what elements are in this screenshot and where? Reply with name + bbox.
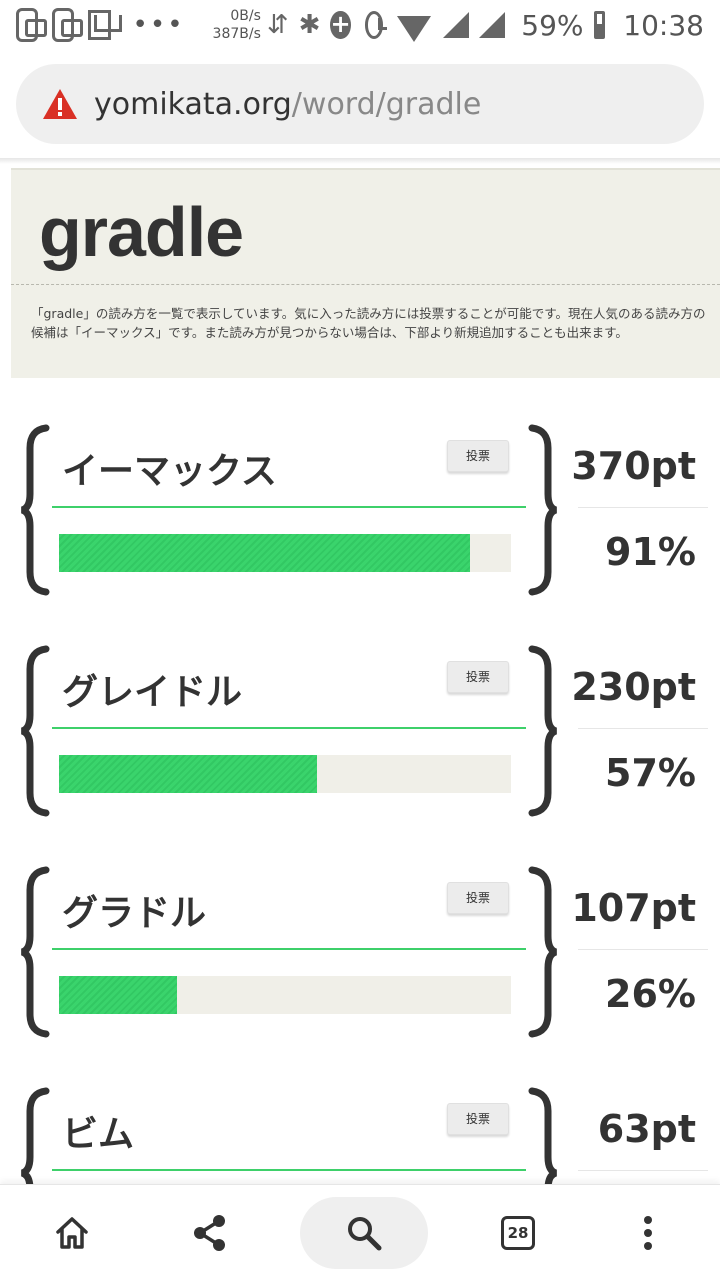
bluetooth-icon: ✱ bbox=[298, 10, 321, 40]
clock: 10:38 bbox=[623, 8, 704, 42]
browser-toolbar: yomikata.org/word/gradle bbox=[0, 50, 720, 160]
percent-value: 91% bbox=[605, 530, 696, 574]
percent-value: 26% bbox=[605, 972, 696, 1016]
vote-bar-fill bbox=[59, 534, 471, 572]
vote-bar-fill bbox=[59, 755, 317, 793]
tab-count: 28 bbox=[501, 1216, 535, 1250]
vote-button[interactable]: 投票 bbox=[447, 440, 509, 472]
reading-underline bbox=[52, 727, 526, 729]
app-notification-icon-2 bbox=[52, 8, 84, 42]
points-value: 63pt bbox=[597, 1107, 696, 1151]
left-brace-icon bbox=[20, 645, 50, 817]
home-button[interactable] bbox=[36, 1197, 108, 1269]
more-vert-icon bbox=[644, 1216, 652, 1250]
vote-bar-track bbox=[59, 755, 511, 793]
right-brace-icon bbox=[528, 1087, 558, 1184]
reading-name: グレイドル bbox=[62, 672, 243, 713]
signal-icon-2 bbox=[479, 12, 506, 38]
header-divider bbox=[11, 284, 720, 285]
wifi-icon bbox=[397, 16, 432, 42]
network-speed: 0B/s 387B/s bbox=[213, 7, 261, 43]
points-value: 107pt bbox=[571, 886, 696, 930]
points-value: 230pt bbox=[571, 665, 696, 709]
menu-button[interactable] bbox=[612, 1197, 684, 1269]
net-up-speed: 0B/s bbox=[230, 8, 261, 24]
reading-underline bbox=[52, 506, 526, 508]
url-text[interactable]: yomikata.org/word/gradle bbox=[94, 87, 481, 122]
battery-icon bbox=[593, 11, 606, 39]
more-notifications-icon: ••• bbox=[132, 10, 185, 40]
score-divider bbox=[578, 728, 708, 729]
left-brace-icon bbox=[20, 866, 50, 1038]
share-icon bbox=[194, 1215, 225, 1251]
vote-button[interactable]: 投票 bbox=[447, 882, 509, 914]
share-button[interactable] bbox=[174, 1197, 246, 1269]
right-brace-icon bbox=[528, 645, 558, 817]
address-bar[interactable]: yomikata.org/word/gradle bbox=[16, 64, 704, 144]
home-icon bbox=[56, 1217, 88, 1249]
battery-percent: 59% bbox=[521, 8, 584, 42]
url-domain: yomikata.org bbox=[94, 86, 292, 122]
reading-name: グラドル bbox=[62, 893, 207, 934]
search-icon bbox=[348, 1217, 382, 1251]
app-notification-icon bbox=[16, 8, 48, 42]
left-brace-icon bbox=[20, 1087, 50, 1184]
reading-name: イーマックス bbox=[62, 451, 277, 492]
warning-icon[interactable] bbox=[42, 88, 78, 120]
net-down-speed: 387B/s bbox=[212, 26, 261, 42]
tabs-button[interactable]: 28 bbox=[482, 1197, 554, 1269]
vote-bar-track bbox=[59, 976, 511, 1014]
gmail-icon bbox=[88, 10, 111, 40]
reading-entry: グレイドル 投票 230pt 57% bbox=[0, 645, 720, 825]
word-header: gradle 「gradle」の読み方を一覧で表示しています。気に入った読み方に… bbox=[11, 168, 720, 378]
left-brace-icon bbox=[20, 424, 50, 596]
search-button[interactable] bbox=[300, 1197, 428, 1269]
toolbar-shadow bbox=[0, 158, 720, 164]
url-path: /word/gradle bbox=[291, 86, 482, 122]
status-bar: ••• 0B/s 387B/s ⇵ ✱ + 59% 10:38 bbox=[0, 0, 720, 50]
score-divider bbox=[578, 507, 708, 508]
signal-icon bbox=[443, 12, 470, 38]
vote-button[interactable]: 投票 bbox=[447, 661, 509, 693]
alarm-icon bbox=[364, 11, 387, 39]
page-description: 「gradle」の読み方を一覧で表示しています。気に入った読み方には投票すること… bbox=[31, 306, 706, 340]
reading-entry: イーマックス 投票 370pt 91% bbox=[0, 424, 720, 604]
reading-name: ビム bbox=[62, 1114, 135, 1155]
vote-bar-fill bbox=[59, 976, 177, 1014]
vote-bar-track bbox=[59, 534, 511, 572]
percent-value: 57% bbox=[605, 751, 696, 795]
data-saver-icon: + bbox=[330, 10, 351, 39]
data-transfer-icon: ⇵ bbox=[266, 10, 289, 40]
score-divider bbox=[578, 949, 708, 950]
right-brace-icon bbox=[528, 866, 558, 1038]
reading-underline bbox=[52, 948, 526, 950]
right-brace-icon bbox=[528, 424, 558, 596]
reading-entry: グラドル 投票 107pt 26% bbox=[0, 866, 720, 1046]
points-value: 370pt bbox=[571, 444, 696, 488]
page-title: gradle bbox=[39, 193, 244, 271]
vote-button[interactable]: 投票 bbox=[447, 1103, 509, 1135]
bottom-nav: 28 bbox=[0, 1184, 720, 1280]
reading-entry: ビム 投票 63pt bbox=[0, 1087, 720, 1184]
reading-underline bbox=[52, 1169, 526, 1171]
score-divider bbox=[578, 1170, 708, 1171]
